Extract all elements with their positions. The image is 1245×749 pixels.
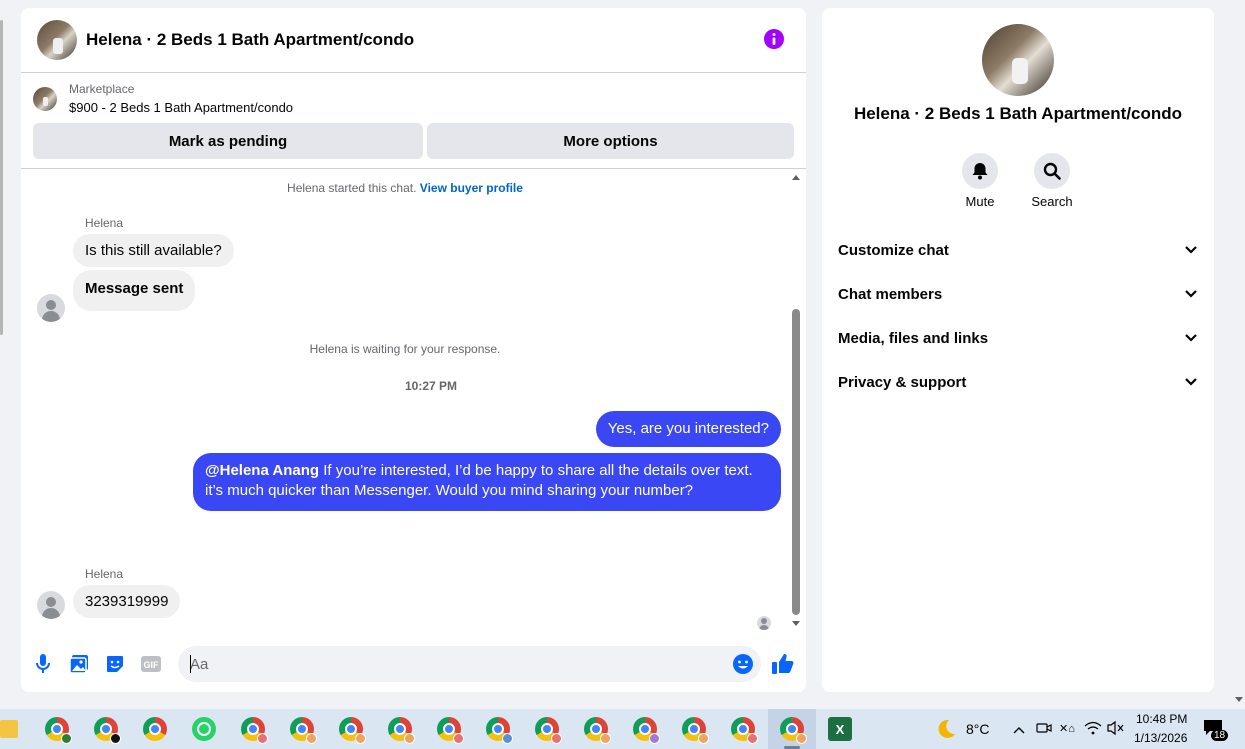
section-label: Customize chat bbox=[838, 241, 949, 259]
listing-avatar[interactable] bbox=[37, 20, 77, 60]
waiting-note: Helena is waiting for your response. bbox=[309, 342, 501, 356]
search-button[interactable] bbox=[1034, 153, 1070, 189]
chrome-profile-icon[interactable] bbox=[290, 717, 317, 744]
svg-text:GIF: GIF bbox=[144, 660, 160, 670]
message-composer: GIF bbox=[21, 644, 806, 684]
privacy-support-section[interactable]: Privacy & support bbox=[838, 368, 1198, 396]
scroll-thumb[interactable] bbox=[792, 309, 800, 615]
chrome-profile-icon[interactable] bbox=[388, 717, 415, 744]
chevron-down-icon bbox=[1184, 375, 1198, 389]
like-thumbs-up-icon[interactable] bbox=[772, 653, 794, 675]
message-list: Helena started this chat. View buyer pro… bbox=[21, 169, 789, 637]
sender-name: Helena bbox=[85, 216, 124, 230]
chat-started-text: Helena started this chat. bbox=[287, 181, 417, 195]
more-options-button[interactable]: More options bbox=[427, 123, 794, 159]
helena-avatar[interactable] bbox=[37, 591, 65, 619]
chevron-down-icon bbox=[1184, 243, 1198, 257]
chrome-profile-icon-active[interactable] bbox=[780, 717, 807, 744]
media-files-links-section[interactable]: Media, files and links bbox=[838, 324, 1198, 352]
search-label: Search bbox=[1031, 194, 1073, 209]
helena-avatar[interactable] bbox=[37, 294, 65, 322]
mute-button[interactable] bbox=[962, 153, 998, 189]
search-icon bbox=[1043, 162, 1061, 180]
chat-header: Helena · 2 Beds 1 Bath Apartment/condo bbox=[21, 8, 806, 73]
listing-profile-photo[interactable] bbox=[982, 24, 1054, 96]
message-scrollbar[interactable] bbox=[790, 173, 802, 633]
marketplace-label: Marketplace bbox=[69, 82, 135, 96]
chat-info-panel: Helena · 2 Beds 1 Bath Apartment/condo M… bbox=[822, 8, 1214, 692]
chrome-profile-icon[interactable] bbox=[584, 717, 611, 744]
section-label: Chat members bbox=[838, 285, 943, 303]
chrome-profile-icon[interactable] bbox=[437, 717, 464, 744]
whatsapp-icon[interactable] bbox=[192, 717, 216, 741]
excel-icon[interactable]: X bbox=[828, 717, 852, 741]
scroll-up-arrow-icon[interactable] bbox=[792, 175, 800, 180]
photo-icon[interactable] bbox=[68, 653, 90, 675]
message-timestamp: 10:27 PM bbox=[404, 379, 458, 393]
chevron-down-icon bbox=[1184, 287, 1198, 301]
chevron-down-icon bbox=[1184, 331, 1198, 345]
section-label: Media, files and links bbox=[838, 329, 989, 347]
user-mention[interactable]: @Helena Anang bbox=[205, 462, 319, 479]
message-input[interactable] bbox=[178, 646, 761, 682]
page-scroll-down-arrow-icon[interactable] bbox=[1235, 697, 1243, 702]
sender-name: Helena bbox=[85, 567, 124, 581]
section-label: Privacy & support bbox=[838, 373, 967, 391]
chrome-profile-icon[interactable] bbox=[633, 717, 660, 744]
info-title: Helena · 2 Beds 1 Bath Apartment/condo bbox=[853, 104, 1183, 123]
window-edge-scrollbar[interactable] bbox=[0, 20, 3, 335]
chat-panel: Helena · 2 Beds 1 Bath Apartment/condo M… bbox=[21, 8, 806, 692]
chrome-profile-icon[interactable] bbox=[731, 717, 758, 744]
scroll-down-arrow-icon[interactable] bbox=[792, 621, 800, 626]
chrome-profile-icon[interactable] bbox=[535, 717, 562, 744]
read-receipt-avatar bbox=[757, 616, 771, 630]
incoming-message[interactable]: Message sent bbox=[73, 270, 196, 311]
listing-title: $900 - 2 Beds 1 Bath Apartment/condo bbox=[69, 100, 294, 115]
chrome-profile-icon[interactable] bbox=[682, 717, 709, 744]
text-cursor bbox=[190, 655, 191, 673]
camera-icon[interactable] bbox=[1036, 720, 1052, 739]
notification-count-badge: 18 bbox=[1211, 730, 1229, 741]
info-icon[interactable] bbox=[764, 29, 784, 49]
sticker-icon[interactable] bbox=[104, 653, 126, 675]
emoji-icon[interactable] bbox=[732, 653, 754, 675]
mark-as-pending-button[interactable]: Mark as pending bbox=[33, 123, 423, 159]
listing-thumbnail bbox=[33, 86, 57, 111]
keyboard-language-icon[interactable]: ✕⌂ bbox=[1059, 720, 1077, 739]
chevron-up-icon[interactable] bbox=[1013, 721, 1025, 737]
file-explorer-icon[interactable] bbox=[0, 720, 18, 738]
bell-icon bbox=[972, 163, 988, 180]
wifi-icon[interactable] bbox=[1084, 720, 1102, 739]
chrome-profile-icon[interactable] bbox=[45, 717, 72, 744]
windows-taskbar: X 8°C ✕⌂ 10:48 PM 1/13/2026 18 bbox=[0, 709, 1245, 749]
svg-text:✕⌂: ✕⌂ bbox=[1059, 723, 1075, 735]
chat-started-note: Helena started this chat. View buyer pro… bbox=[21, 181, 789, 195]
incoming-message[interactable]: Is this still available? bbox=[73, 234, 234, 267]
chrome-profile-icon[interactable] bbox=[339, 717, 366, 744]
outgoing-message[interactable]: Yes, are you interested? bbox=[595, 411, 781, 447]
speaker-muted-icon[interactable] bbox=[1107, 720, 1125, 739]
chrome-profile-icon[interactable] bbox=[486, 717, 513, 744]
system-time[interactable]: 10:48 PM bbox=[1136, 712, 1187, 726]
view-buyer-profile-link[interactable]: View buyer profile bbox=[420, 181, 523, 195]
outgoing-message[interactable]: @Helena Anang If you’re interested, I’d … bbox=[193, 453, 781, 511]
customize-chat-section[interactable]: Customize chat bbox=[838, 236, 1198, 264]
weather-temperature[interactable]: 8°C bbox=[966, 721, 990, 737]
mute-label: Mute bbox=[965, 194, 995, 209]
chat-members-section[interactable]: Chat members bbox=[838, 280, 1198, 308]
marketplace-listing-row[interactable]: Marketplace $900 - 2 Beds 1 Bath Apartme… bbox=[33, 82, 293, 115]
chat-title[interactable]: Helena · 2 Beds 1 Bath Apartment/condo bbox=[86, 30, 414, 50]
chrome-profile-icon[interactable] bbox=[241, 717, 268, 744]
system-date[interactable]: 1/13/2026 bbox=[1134, 731, 1187, 745]
gif-icon[interactable]: GIF bbox=[140, 653, 162, 675]
chrome-profile-icon[interactable] bbox=[94, 717, 121, 744]
microphone-icon[interactable] bbox=[32, 653, 54, 675]
chrome-icon[interactable] bbox=[143, 717, 167, 741]
moon-weather-icon[interactable] bbox=[935, 718, 957, 740]
incoming-message[interactable]: 3239319999 bbox=[73, 585, 181, 618]
